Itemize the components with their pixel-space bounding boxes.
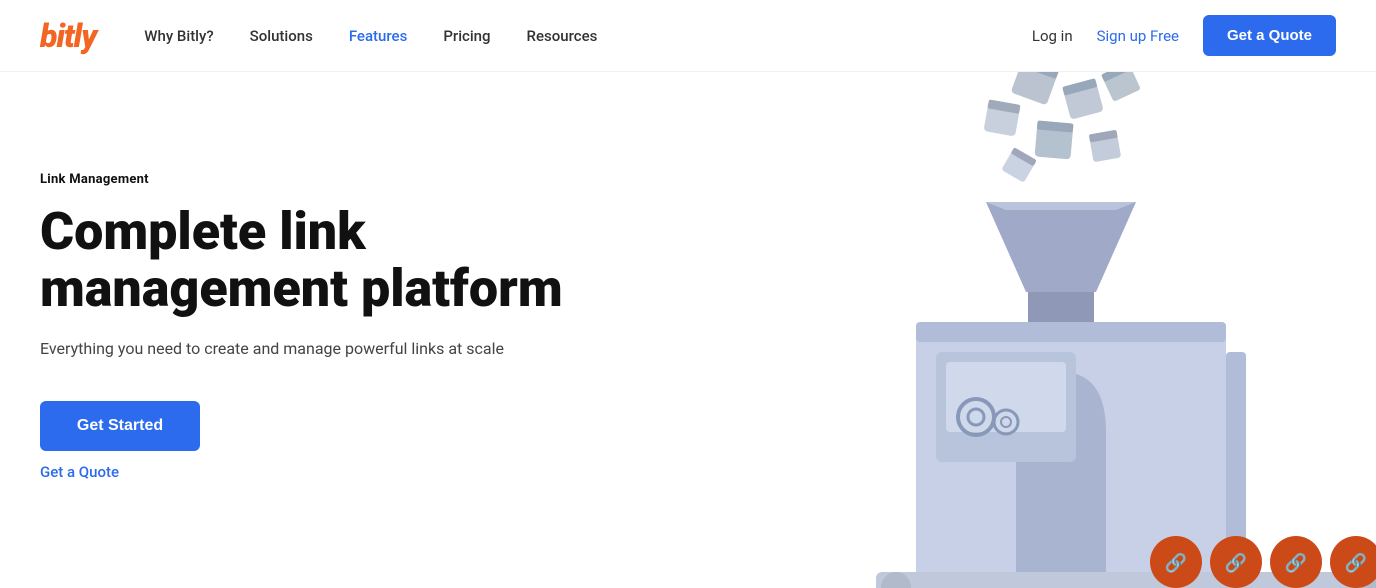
hero-title: Complete link management platform (40, 203, 600, 317)
hero-content: Link Management Complete link management… (40, 132, 688, 481)
nav-solutions[interactable]: Solutions (250, 27, 313, 45)
get-quote-hero-link[interactable]: Get a Quote (40, 463, 119, 481)
nav-features[interactable]: Features (349, 27, 407, 45)
nav-why-bitly[interactable]: Why Bitly? (144, 27, 213, 45)
get-started-button[interactable]: Get Started (40, 401, 200, 451)
hero-subtitle: Everything you need to create and manage… (40, 337, 540, 361)
svg-text:🔗: 🔗 (1345, 552, 1367, 574)
get-quote-nav-button[interactable]: Get a Quote (1203, 15, 1336, 56)
svg-text:🔗: 🔗 (1165, 552, 1187, 574)
hero-section: Link Management Complete link management… (0, 72, 1376, 588)
logo[interactable]: bitly (40, 17, 96, 55)
login-link[interactable]: Log in (1032, 27, 1073, 45)
svg-text:🔗: 🔗 (1285, 552, 1307, 574)
hero-eyebrow: Link Management (40, 172, 688, 187)
nav-links: Why Bitly? Solutions Features Pricing Re… (144, 27, 1032, 45)
logo-text: bitly (40, 17, 96, 55)
navbar: bitly Why Bitly? Solutions Features Pric… (0, 0, 1376, 72)
hero-illustration: 🔗 🔗 🔗 🔗 🔗 (676, 72, 1376, 588)
signup-link[interactable]: Sign up Free (1097, 27, 1179, 45)
nav-right: Log in Sign up Free Get a Quote (1032, 15, 1336, 56)
nav-pricing[interactable]: Pricing (443, 27, 490, 45)
hero-cta-group: Get Started Get a Quote (40, 401, 688, 481)
nav-resources[interactable]: Resources (527, 27, 598, 45)
svg-text:🔗: 🔗 (1225, 552, 1247, 574)
